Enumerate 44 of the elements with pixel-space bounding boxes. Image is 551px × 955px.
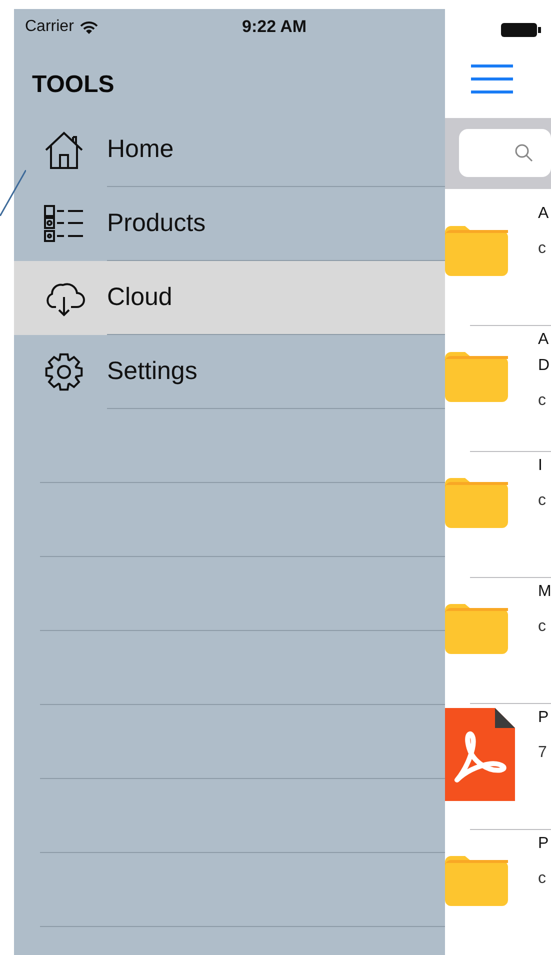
search-field[interactable] (459, 129, 551, 178)
menu-icon[interactable] (470, 64, 514, 94)
file-details: c (538, 239, 547, 260)
file-name: P (538, 834, 549, 854)
battery-icon (501, 23, 541, 37)
file-details: c (538, 868, 547, 889)
file-row[interactable]: P c (445, 828, 551, 955)
menu-item-label: Products (107, 209, 206, 238)
list-icon (42, 203, 84, 245)
file-name: P (538, 708, 549, 728)
folder-icon (445, 226, 508, 276)
drawer-title: TOOLS (32, 71, 116, 100)
menu-item-label: Home (107, 135, 174, 164)
menu-item-label: Cloud (107, 283, 172, 312)
carrier-label: Carrier (25, 18, 74, 36)
file-row[interactable]: A c (445, 189, 551, 325)
home-icon (42, 129, 84, 171)
file-row[interactable]: A D c (445, 324, 551, 451)
search-icon (515, 144, 533, 162)
file-row[interactable]: P 7 (445, 702, 551, 829)
file-details: c (538, 616, 547, 637)
file-row[interactable]: M c (445, 576, 551, 703)
file-row[interactable]: I c (445, 450, 551, 577)
file-details: 7 (538, 742, 548, 763)
folder-icon (445, 856, 508, 906)
wifi-icon (80, 20, 98, 34)
folder-icon (445, 352, 508, 402)
file-name: A (538, 204, 549, 224)
status-time: 9:22 AM (242, 17, 307, 37)
folder-icon (445, 604, 508, 654)
menu-item-label: Settings (107, 357, 198, 386)
menu-item[interactable]: Settings (14, 335, 445, 409)
pdf-file-icon (445, 708, 515, 802)
leader-line (0, 170, 26, 216)
menu-item[interactable]: Home (14, 113, 445, 187)
file-details: c (538, 490, 546, 511)
folder-icon (445, 478, 508, 528)
file-name: I (538, 456, 544, 476)
menu-item[interactable]: Cloud (14, 261, 445, 335)
file-details: c (538, 390, 547, 411)
file-name: A (538, 330, 550, 350)
file-name: M (538, 582, 551, 602)
file-name: D (538, 356, 550, 376)
settings-icon (42, 351, 84, 393)
